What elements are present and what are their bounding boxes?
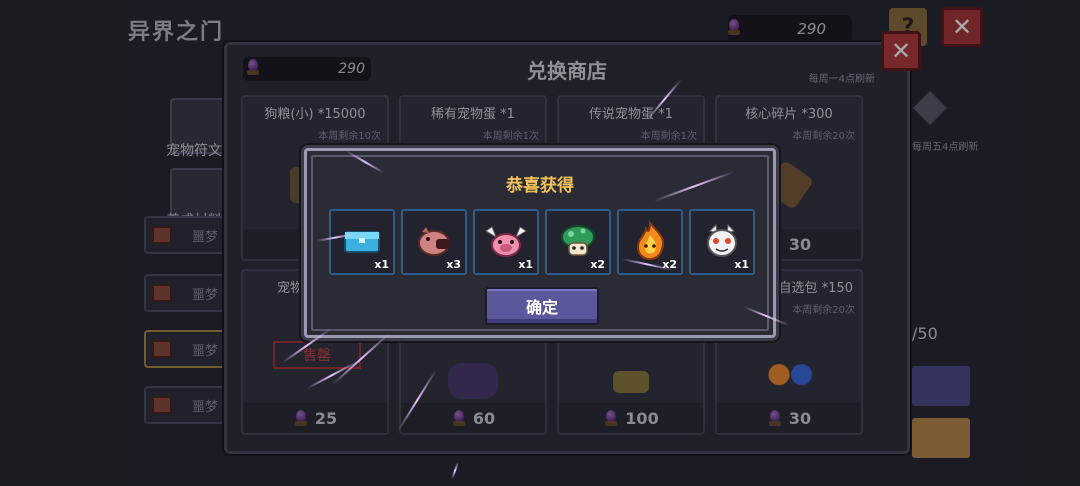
fire-spirit-pet-icon xyxy=(636,219,664,260)
reward-item[interactable]: x2 xyxy=(545,209,611,275)
winged-pig-pet-icon xyxy=(485,225,527,257)
reward-item[interactable]: x3 xyxy=(401,209,467,275)
reward-item[interactable]: x1 xyxy=(689,209,755,275)
pig-pet-icon xyxy=(418,226,450,256)
item-quantity: x1 xyxy=(518,258,533,271)
item-quantity: x2 xyxy=(590,258,605,271)
reward-item[interactable]: x1 xyxy=(329,209,395,275)
ice-chest-icon xyxy=(344,230,380,253)
reward-item[interactable]: x1 xyxy=(473,209,539,275)
item-quantity: x1 xyxy=(374,258,389,271)
item-quantity: x3 xyxy=(446,258,461,271)
reward-dialog: 恭喜获得 x1 x3 x1 x2 x2 x1 确定 xyxy=(304,148,776,338)
item-quantity: x1 xyxy=(734,258,749,271)
green-mushroom-pet-icon xyxy=(561,224,595,256)
confirm-button[interactable]: 确定 xyxy=(485,287,599,325)
white-ghost-pet-icon xyxy=(707,223,737,257)
reward-items: x1 x3 x1 x2 x2 x1 xyxy=(329,209,755,275)
